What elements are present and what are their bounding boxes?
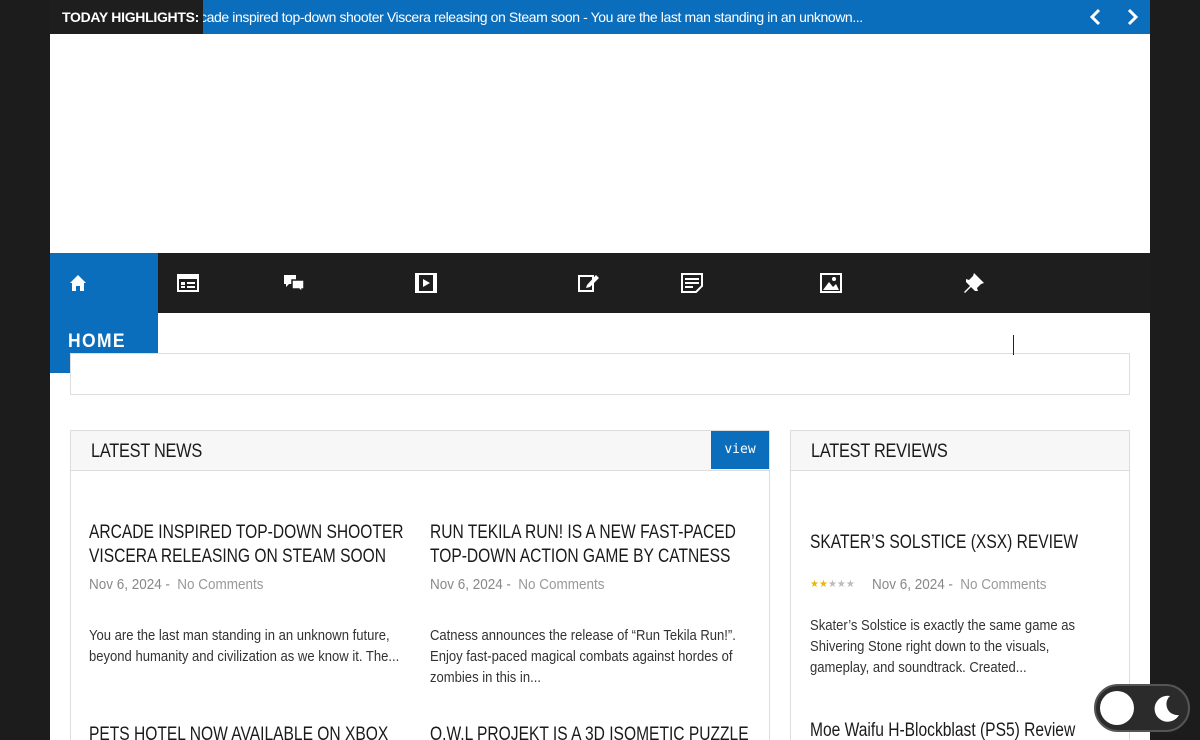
review-meta: Nov 6, 2024- No Comments [872,576,1047,593]
news-icon [177,274,199,292]
page-container: TODAY HIGHLIGHTS: cade inspired top-down… [50,0,1150,740]
comments-link[interactable]: No Comments [177,576,263,593]
ticker-prev-button[interactable] [1086,7,1106,27]
post-date: Nov 6, 2024 [430,576,503,593]
article-icon [681,273,703,293]
ticker-next-button[interactable] [1122,7,1142,27]
ticker-label: TODAY HIGHLIGHTS: [50,0,203,34]
review-date: Nov 6, 2024 [872,576,945,593]
nav-home-label: HOME [68,331,126,352]
nav-item-videos[interactable] [405,253,445,313]
light-knob [1100,691,1134,725]
post-title[interactable]: Run Tekila Run! is a new fast-paced top-… [430,521,750,569]
edit-icon [578,275,599,292]
home-icon [70,275,86,291]
banner-area [50,34,1150,253]
moon-icon [1154,695,1179,722]
nav-item-news[interactable] [167,253,207,313]
star-filled-icon: ★ [818,579,828,590]
pin-icon [964,273,984,293]
widget-title: LATEST REVIEWS [811,441,948,462]
review-excerpt: Skater’s Solstice is exactly the same ga… [810,618,1075,676]
highlights-ticker: TODAY HIGHLIGHTS: cade inspired top-down… [50,0,1150,34]
nav-item-articles[interactable] [671,253,711,313]
post-date: Nov 6, 2024 [89,576,162,593]
main-nav [50,253,1150,313]
review-title[interactable]: Moe Waifu H-Blockblast (PS5) Review [810,719,1105,740]
video-icon [415,273,437,293]
nav-item-pinned[interactable] [953,253,993,313]
search-bar-area[interactable] [70,353,1130,395]
review-title[interactable]: Skater’s Solstice (XSX) Review [810,531,1105,555]
post-excerpt: You are the last man standing in an unkn… [89,628,400,665]
nav-item-gallery[interactable] [810,253,850,313]
post-meta: Nov 6, 2024- No Comments [89,576,264,593]
divider [1013,335,1014,355]
widget-header: LATEST REVIEWS [791,431,1129,471]
post-meta: Nov 6, 2024- No Comments [430,576,605,593]
widget-header: LATEST NEWS view all [71,431,769,495]
rating-stars: ★★★★★ [810,579,855,590]
star-empty-icon: ★ [836,579,846,590]
gallery-icon [820,273,842,293]
ticker-headline[interactable]: cade inspired top-down shooter Viscera r… [203,0,1083,34]
chevron-left-icon [1089,8,1101,26]
nav-item-forum[interactable] [273,253,313,313]
view-all-button[interactable]: view all [711,431,769,495]
star-empty-icon: ★ [845,579,855,590]
post-title[interactable]: O.W.L Projekt is a 3D isometic puzzle ga… [430,723,774,740]
widget-title: LATEST NEWS [91,441,202,462]
post-title[interactable]: Arcade inspired top-down shooter Viscera… [89,521,417,569]
latest-reviews-widget: LATEST REVIEWS Skater’s Solstice (XSX) R… [790,430,1130,740]
post-title[interactable]: Pets Hotel now available on Xbox [89,723,417,740]
latest-news-widget: LATEST NEWS view all Arcade inspired top… [70,430,770,740]
chevron-right-icon [1127,8,1139,26]
comments-icon [284,275,305,293]
comments-link[interactable]: No Comments [960,576,1046,593]
star-empty-icon: ★ [827,579,837,590]
nav-item-reviews[interactable] [568,253,608,313]
theme-toggle[interactable] [1094,684,1190,732]
comments-link[interactable]: No Comments [518,576,604,593]
post-excerpt: Catness announces the release of “Run Te… [430,628,736,686]
star-filled-icon: ★ [810,579,819,590]
